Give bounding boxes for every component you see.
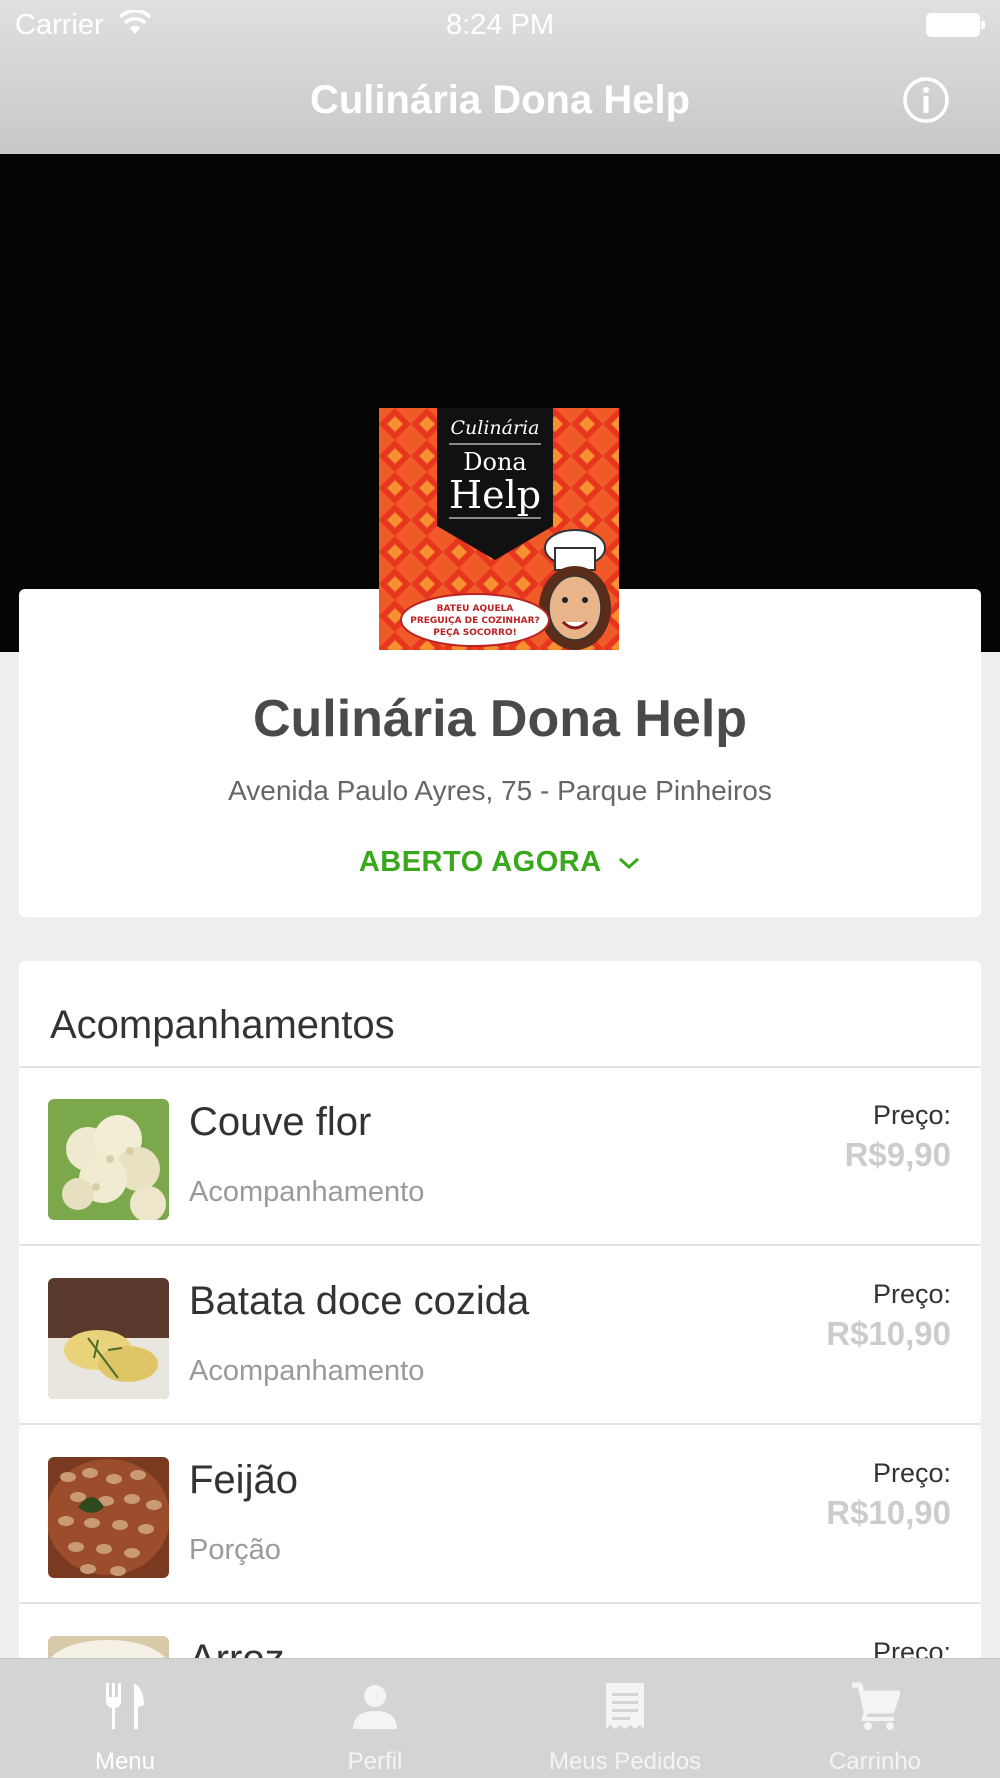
tab-label: Carrinho (828, 1748, 922, 1775)
tab-label: Meus Pedidos (548, 1748, 702, 1775)
person-icon (353, 1685, 397, 1729)
price-value: R$9,90 (844, 1136, 951, 1173)
navigation-bar: Carrier 8:24 PM Culinária Dona Help (0, 0, 1000, 154)
menu-item[interactable]: Couve flor Acompanhamento Preço: R$9,90 (19, 1068, 981, 1246)
item-category: Porção (189, 1534, 281, 1566)
status-bar: Carrier 8:24 PM (0, 0, 1000, 50)
chevron-down-icon (619, 858, 640, 870)
item-category: Acompanhamento (189, 1355, 425, 1387)
fork-knife-icon (106, 1683, 144, 1729)
price-label: Preço: (872, 1458, 951, 1488)
tab-label: Perfil (347, 1748, 403, 1775)
tab-bar: Menu Perfil Meus Pedidos Carrinho (0, 1658, 1000, 1778)
receipt-icon (606, 1683, 644, 1729)
restaurant-name: Culinária Dona Help (252, 690, 748, 748)
page-title: Culinária Dona Help (309, 78, 691, 122)
tab-label: Menu (94, 1748, 156, 1775)
item-image-sweet-potato (48, 1278, 169, 1399)
price-value: R$10,90 (826, 1315, 951, 1352)
price-value: R$10,90 (826, 1494, 951, 1531)
menu-item[interactable]: Feijão Porção Preço: R$10,90 (19, 1426, 981, 1604)
item-name: Batata doce cozida (189, 1279, 530, 1323)
restaurant-logo: Culinária Dona Help BATEU AQUELA PREGUIÇ… (379, 408, 619, 650)
open-status-label: ABERTO AGORA (358, 846, 601, 878)
logo-bubble-line2: PREGUIÇA DE COZINHAR? (410, 616, 540, 626)
logo-bubble-line3: PEÇA SOCORRO! (433, 628, 516, 638)
item-category: Acompanhamento (189, 1176, 425, 1208)
tab-perfil[interactable]: Perfil (250, 1659, 500, 1778)
logo-line1: Culinária (451, 417, 540, 439)
item-name: Feijão (189, 1458, 298, 1502)
open-status-toggle[interactable]: ABERTO AGORA (19, 846, 981, 879)
item-image-beans (48, 1457, 169, 1578)
status-time: 8:24 PM (446, 9, 554, 41)
logo-bubble-line1: BATEU AQUELA (437, 604, 514, 614)
tab-meus-pedidos[interactable]: Meus Pedidos (500, 1659, 750, 1778)
tab-carrinho[interactable]: Carrinho (750, 1659, 1000, 1778)
menu-section-card: Acompanhamentos Couve flor Acompanhament… (19, 961, 981, 1661)
logo-line3: Help (449, 473, 541, 517)
item-name: Couve flor (189, 1100, 372, 1144)
section-title: Acompanhamentos (50, 1003, 395, 1047)
menu-item[interactable]: Arroz Preço: (19, 1605, 981, 1661)
tab-menu[interactable]: Menu (0, 1659, 250, 1778)
item-image-cauliflower (48, 1099, 169, 1220)
battery-icon (926, 13, 985, 37)
cart-icon (852, 1682, 900, 1730)
menu-item[interactable]: Batata doce cozida Acompanhamento Preço:… (19, 1247, 981, 1425)
price-label: Preço: (872, 1100, 951, 1130)
info-icon[interactable] (902, 76, 950, 124)
logo-line2: Dona (463, 448, 526, 476)
restaurant-address: Avenida Paulo Ayres, 75 - Parque Pinheir… (228, 775, 772, 806)
price-label: Preço: (872, 1279, 951, 1309)
